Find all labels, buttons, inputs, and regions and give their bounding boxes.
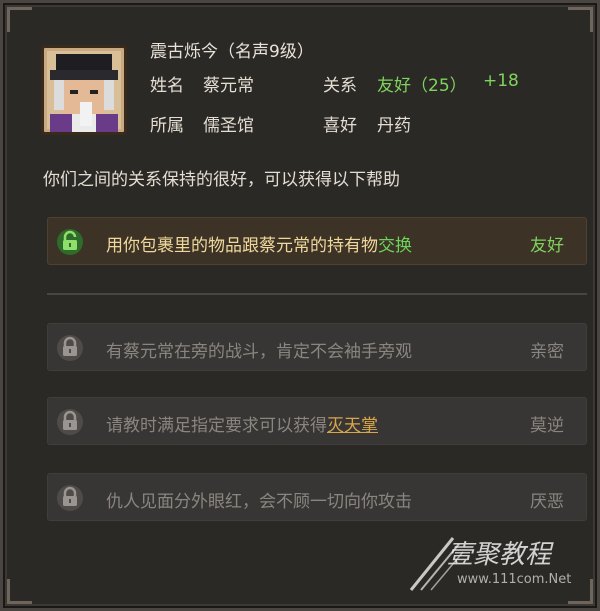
benefit-text: 用你包裹里的物品跟蔡元常的持有物交换 xyxy=(106,236,412,256)
benefit-tier: 友好 xyxy=(530,236,564,256)
npc-portrait xyxy=(41,45,127,135)
benefit-highlight: 交换 xyxy=(378,236,412,256)
skill-link[interactable]: 灭天掌 xyxy=(327,416,378,436)
faction-value: 儒圣馆 xyxy=(203,116,254,136)
benefit-tier: 莫逆 xyxy=(530,416,564,436)
benefit-tier: 亲密 xyxy=(530,342,564,362)
watermark-url: www.111com.Net xyxy=(457,572,572,587)
lock-icon xyxy=(57,409,83,435)
hobby-value: 丹药 xyxy=(377,116,411,136)
benefit-text: 请教时满足指定要求可以获得灭天掌 xyxy=(106,416,378,436)
relation-description: 你们之间的关系保持的很好，可以获得以下帮助 xyxy=(43,170,400,190)
benefit-row-exchange[interactable]: 用你包裹里的物品跟蔡元常的持有物交换 友好 xyxy=(47,217,587,265)
benefit-tier: 厌恶 xyxy=(530,492,564,512)
npc-relation-panel: 震古烁今（名声9级） 姓名 蔡元常 关系 友好（25） +18 所属 儒圣馆 喜… xyxy=(0,0,600,611)
frame-corner xyxy=(7,579,32,604)
faction-label: 所属 xyxy=(150,116,184,136)
relation-delta: +18 xyxy=(483,71,519,91)
section-divider xyxy=(47,293,587,295)
name-label: 姓名 xyxy=(150,76,184,96)
frame-corner xyxy=(7,7,32,32)
hobby-label: 喜好 xyxy=(323,116,357,136)
benefit-row-assist[interactable]: 有蔡元常在旁的战斗，肯定不会袖手旁观 亲密 xyxy=(47,323,587,371)
frame-corner xyxy=(568,7,593,32)
watermark-brand: 壹聚教程 xyxy=(447,540,552,570)
benefit-text: 仇人见面分外眼红，会不顾一切向你攻击 xyxy=(106,492,412,512)
npc-title: 震古烁今（名声9级） xyxy=(150,42,314,62)
benefit-row-hostile[interactable]: 仇人见面分外眼红，会不顾一切向你攻击 厌恶 xyxy=(47,473,587,521)
site-watermark: 壹聚教程 www.111com.Net xyxy=(407,526,577,596)
name-value: 蔡元常 xyxy=(203,76,254,96)
relation-label: 关系 xyxy=(323,76,357,96)
lock-open-icon xyxy=(57,229,83,255)
benefit-text: 有蔡元常在旁的战斗，肯定不会袖手旁观 xyxy=(106,342,412,362)
lock-icon xyxy=(57,485,83,511)
lock-icon xyxy=(57,335,83,361)
benefit-row-teach[interactable]: 请教时满足指定要求可以获得灭天掌 莫逆 xyxy=(47,397,587,445)
relation-value: 友好（25） xyxy=(377,76,467,96)
